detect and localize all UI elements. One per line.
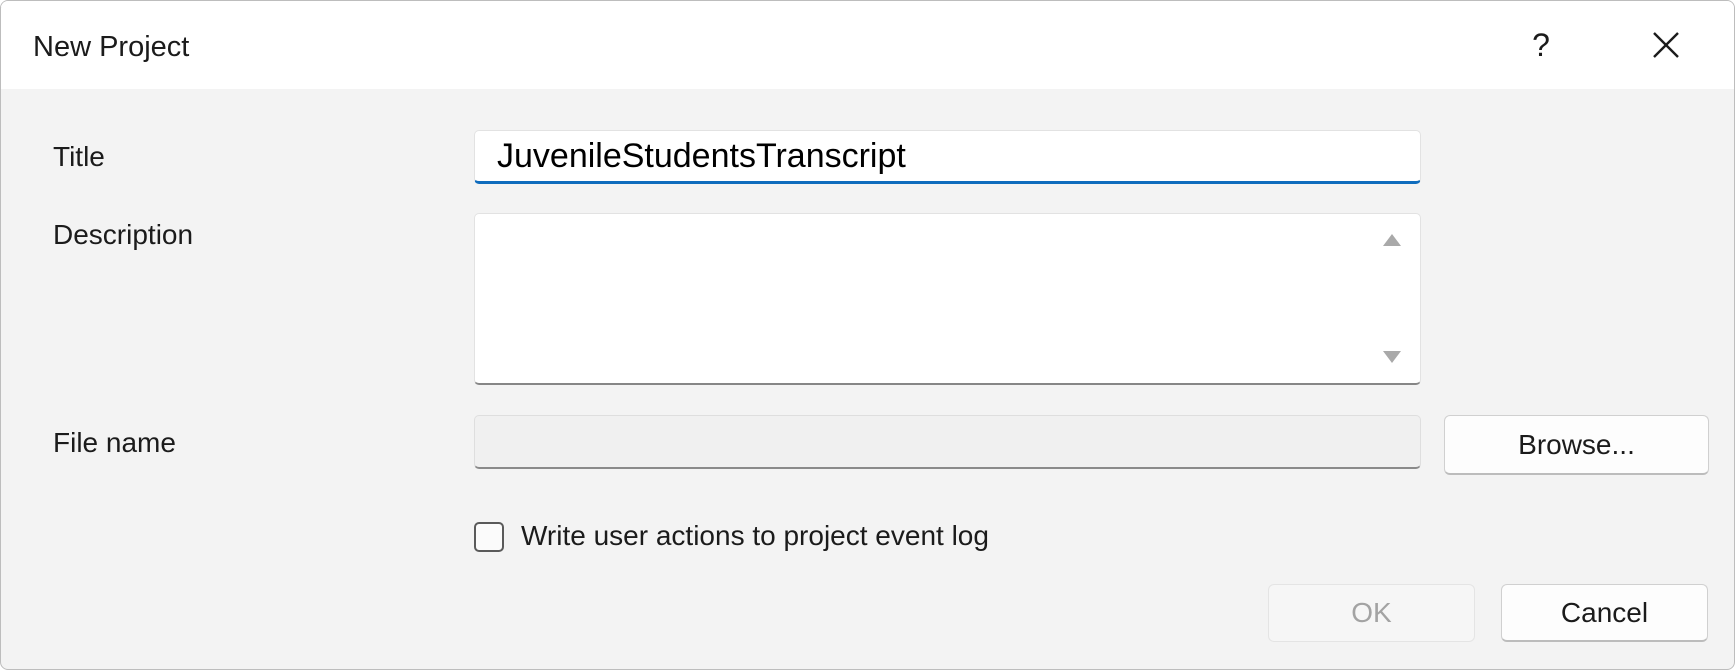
cancel-button[interactable]: Cancel bbox=[1501, 584, 1708, 642]
dialog-title: New Project bbox=[33, 31, 190, 63]
scroll-down-arrow-icon bbox=[1383, 351, 1401, 363]
description-textarea[interactable] bbox=[474, 213, 1421, 385]
file-name-field bbox=[474, 415, 1421, 469]
title-input[interactable]: JuvenileStudentsTranscript bbox=[474, 130, 1421, 184]
description-label: Description bbox=[53, 219, 194, 250]
browse-button[interactable]: Browse... bbox=[1444, 415, 1709, 475]
scroll-up-button[interactable] bbox=[1380, 228, 1404, 252]
dialog-titlebar: New Project ? bbox=[1, 1, 1734, 89]
close-button[interactable] bbox=[1626, 21, 1706, 69]
file-name-label: File name bbox=[53, 427, 176, 458]
help-button[interactable]: ? bbox=[1511, 21, 1571, 69]
event-log-checkbox-label[interactable]: Write user actions to project event log bbox=[521, 520, 989, 552]
ok-button[interactable]: OK bbox=[1268, 584, 1475, 642]
scroll-up-arrow-icon bbox=[1383, 234, 1401, 246]
close-icon bbox=[1653, 32, 1679, 58]
scroll-down-button[interactable] bbox=[1380, 345, 1404, 369]
title-label: Title bbox=[53, 141, 105, 172]
new-project-dialog: New Project ? Title JuvenileStudentsTran… bbox=[0, 0, 1735, 670]
event-log-checkbox[interactable] bbox=[474, 522, 504, 552]
